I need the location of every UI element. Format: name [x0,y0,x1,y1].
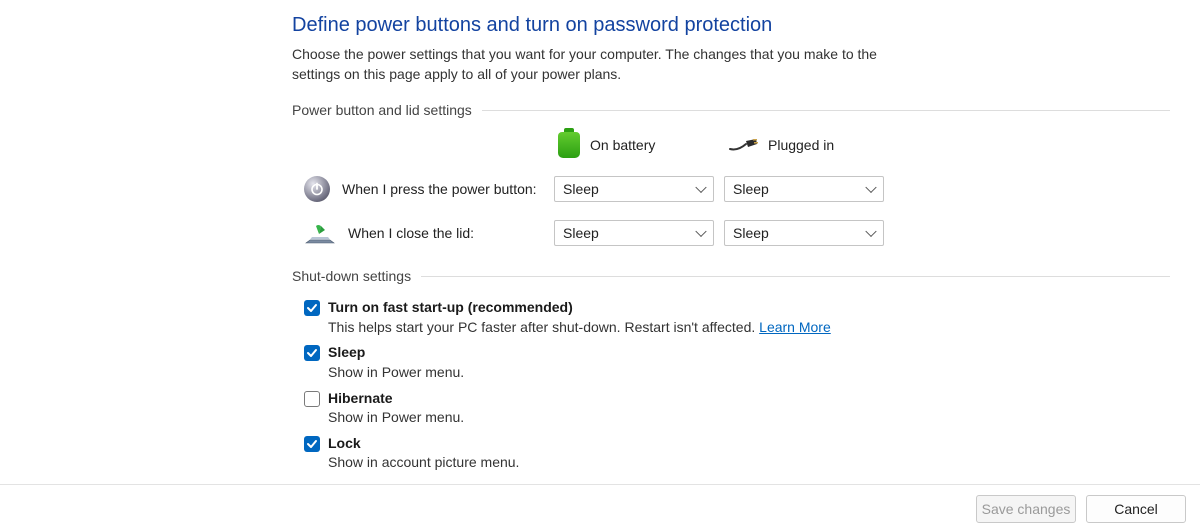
fast-startup-checkbox[interactable] [304,300,320,316]
laptop-lid-icon [304,222,336,244]
plug-icon [728,138,758,152]
cancel-button[interactable]: Cancel [1086,495,1186,523]
dropdown-value: Sleep [563,225,599,241]
hibernate-desc: Show in Power menu. [328,408,464,428]
page-intro: Choose the power settings that you want … [292,45,912,84]
fast-startup-title: Turn on fast start-up (recommended) [328,298,831,318]
row-power-button-label: When I press the power button: [342,181,537,197]
lock-checkbox[interactable] [304,436,320,452]
divider [421,276,1170,277]
dropdown-value: Sleep [733,225,769,241]
footer: Save changes Cancel [0,484,1200,532]
learn-more-link[interactable]: Learn More [759,319,831,335]
fast-startup-desc: This helps start your PC faster after sh… [328,318,831,338]
battery-icon [558,132,580,158]
column-on-battery-label: On battery [590,137,655,153]
row-close-lid-label: When I close the lid: [348,225,474,241]
row-power-button: When I press the power button: [304,176,554,202]
power-button-on-battery-select[interactable]: Sleep [554,176,714,202]
power-button-plugged-in-select[interactable]: Sleep [724,176,884,202]
option-fast-startup: Turn on fast start-up (recommended) This… [304,298,1170,337]
column-plugged-in: Plugged in [724,137,894,153]
dropdown-value: Sleep [733,181,769,197]
page-title: Define power buttons and turn on passwor… [292,14,1170,37]
divider [482,110,1170,111]
close-lid-on-battery-select[interactable]: Sleep [554,220,714,246]
dropdown-value: Sleep [563,181,599,197]
option-hibernate: Hibernate Show in Power menu. [304,389,1170,428]
group-shutdown: Shut-down settings [292,268,1170,284]
hibernate-checkbox[interactable] [304,391,320,407]
sleep-desc: Show in Power menu. [328,363,464,383]
lock-title: Lock [328,434,519,454]
option-sleep: Sleep Show in Power menu. [304,343,1170,382]
close-lid-plugged-in-select[interactable]: Sleep [724,220,884,246]
group-power-button-lid: Power button and lid settings [292,102,1170,118]
group-label: Shut-down settings [292,268,421,284]
hibernate-title: Hibernate [328,389,464,409]
row-close-lid: When I close the lid: [304,222,554,244]
power-button-icon [304,176,330,202]
sleep-title: Sleep [328,343,464,363]
sleep-checkbox[interactable] [304,345,320,361]
group-label: Power button and lid settings [292,102,482,118]
column-plugged-in-label: Plugged in [768,137,834,153]
option-lock: Lock Show in account picture menu. [304,434,1170,473]
desc-text: This helps start your PC faster after sh… [328,319,759,335]
save-changes-button[interactable]: Save changes [976,495,1076,523]
column-on-battery: On battery [554,132,724,158]
lock-desc: Show in account picture menu. [328,453,519,473]
